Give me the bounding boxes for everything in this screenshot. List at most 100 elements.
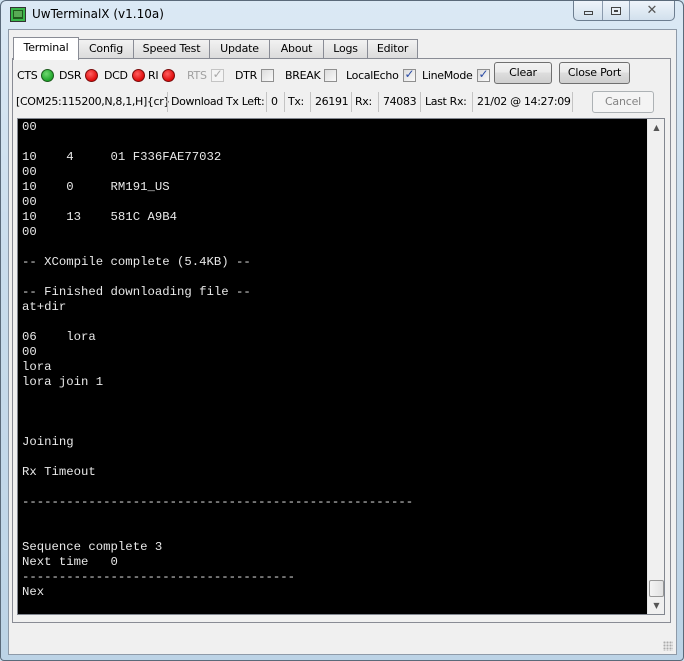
dsr-indicator: DSR [59,66,99,84]
terminal-line: 00 [22,120,37,134]
dtr-checkbox[interactable] [260,68,274,82]
cancel-button[interactable]: Cancel [592,91,654,113]
break-label: BREAK [285,68,321,82]
tx-value: 26191 [315,95,349,108]
close-icon: ✕ [646,3,658,18]
local-echo-option: LocalEcho [346,66,416,84]
dsr-label: DSR [59,68,82,82]
window-controls: ✕ [573,1,675,21]
terminal-line: 00 [22,165,37,179]
dtr-label: DTR [235,68,257,82]
ri-label: RI [148,68,159,82]
arrow-up-icon: ▲ [653,123,660,132]
local-echo-label: LocalEcho [346,68,399,82]
terminal-line: Sequence complete 3 [22,540,163,554]
tx-label: Tx: [288,95,304,108]
close-port-button[interactable]: Close Port [559,62,630,84]
dtr-option: DTR [235,66,274,84]
window-title: UwTerminalX (v1.10a) [32,7,164,21]
title-bar[interactable]: UwTerminalX (v1.10a) ✕ [1,1,683,29]
terminal-line: lora join 1 [22,375,104,389]
clear-button[interactable]: Clear [494,62,552,84]
tab-update[interactable]: Update [209,39,270,58]
terminal-line: Nex [22,585,45,599]
terminal-line: 06 lora [22,330,96,344]
minimize-icon [583,10,593,15]
terminal-line: 00 [22,225,37,239]
terminal-line: ------------------------------------- [22,570,296,584]
dcd-indicator: DCD [104,66,145,84]
tab-logs[interactable]: Logs [323,39,368,58]
terminal-line: lora [22,360,52,374]
tab-about[interactable]: About [269,39,324,58]
rx-label: Rx: [355,95,372,108]
bottom-panel [12,626,671,650]
arrow-down-icon: ▼ [653,601,660,610]
cts-indicator: CTS [17,66,55,84]
port-settings-text: [COM25:115200,N,8,1,H]{cr} [16,95,171,108]
scroll-up-button[interactable]: ▲ [648,119,665,136]
rts-checkbox [210,67,224,82]
tab-speed-test[interactable]: Speed Test [133,39,210,58]
download-tx-left-value: 0 [271,95,278,108]
status-row: [COM25:115200,N,8,1,H]{cr} Download Tx L… [13,91,613,113]
last-rx-value: 21/02 @ 14:27:09 [477,95,571,108]
cts-led-icon [41,68,55,82]
tab-terminal[interactable]: Terminal [13,37,79,60]
resize-grip-icon[interactable] [663,641,673,651]
terminal-line: -- XCompile complete (5.4KB) -- [22,255,251,269]
client-area: Terminal Config Speed Test Update About … [8,29,677,655]
scroll-down-button[interactable]: ▼ [648,597,665,614]
app-window: UwTerminalX (v1.10a) ✕ Terminal Config S… [0,0,684,661]
scrollbar-thumb[interactable] [649,580,664,597]
last-rx-label: Last Rx: [425,95,467,108]
ri-indicator: RI [148,66,176,84]
tab-config[interactable]: Config [78,39,134,58]
line-mode-label: LineMode [422,68,473,82]
terminal-line: 00 [22,195,37,209]
terminal-line: Next time 0 [22,555,118,569]
close-button[interactable]: ✕ [629,1,674,20]
tab-editor[interactable]: Editor [367,39,418,58]
terminal-output[interactable]: 00 10 4 01 F336FAE77032 00 10 0 RM191_US 00… [17,118,665,615]
terminal-line: Rx Timeout [22,465,96,479]
ri-led-icon [162,68,176,82]
download-tx-left-label: Download Tx Left: [171,95,265,108]
dcd-led-icon [131,68,145,82]
rts-label: RTS [187,68,207,82]
terminal-line: at+dir [22,300,67,314]
rx-value: 74083 [383,95,417,108]
dcd-label: DCD [104,68,128,82]
local-echo-checkbox[interactable] [402,67,416,82]
break-option: BREAK [285,66,338,84]
rts-option: RTS [187,66,224,84]
terminal-line: 10 13 581C A9B4 [22,210,177,224]
cts-label: CTS [17,68,38,82]
terminal-app-icon [10,7,26,22]
terminal-line: ----------------------------------------… [22,495,414,509]
dsr-led-icon [85,68,99,82]
break-checkbox[interactable] [324,68,338,82]
terminal-line: Joining [22,435,74,449]
maximize-icon [611,6,621,15]
maximize-button[interactable] [602,1,629,20]
minimize-button[interactable] [574,1,602,20]
terminal-tab-page: CTS DSR DCD RI RTS ✓ DTR BREAK LocalEcho… [12,58,671,623]
line-mode-option: LineMode [422,66,490,84]
terminal-line: -- Finished downloading file -- [22,285,251,299]
vertical-scrollbar[interactable]: ▲ ▼ [647,119,664,614]
terminal-line: 10 0 RM191_US [22,180,170,194]
line-mode-checkbox[interactable] [476,67,490,82]
terminal-text[interactable]: 00 10 4 01 F336FAE77032 00 10 0 RM191_US 00… [22,120,642,613]
terminal-line: 00 [22,345,37,359]
